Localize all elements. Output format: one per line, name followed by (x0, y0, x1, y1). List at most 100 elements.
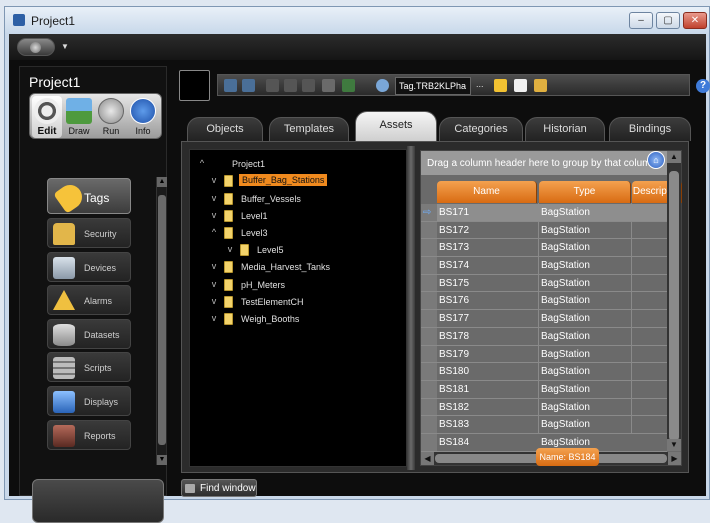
cell-name[interactable]: BS182 (439, 402, 469, 413)
table-row[interactable]: BS182 BagStation (421, 398, 667, 417)
scroll-down-icon[interactable]: ▼ (667, 439, 681, 451)
paste-icon[interactable] (302, 79, 315, 92)
table-row[interactable]: BS173 BagStation (421, 239, 667, 258)
row-indicator[interactable] (421, 257, 437, 274)
cell-type[interactable]: BagStation (541, 384, 590, 395)
table-row[interactable]: ⇨ BS171 BagStation (421, 204, 667, 222)
cell-type[interactable]: BagStation (541, 242, 590, 253)
mode-edit-button[interactable]: Edit (32, 96, 62, 138)
scroll-thumb[interactable] (669, 171, 679, 441)
tree-expander[interactable]: v (210, 261, 218, 271)
column-header-type[interactable]: Type (539, 181, 631, 203)
cut-icon[interactable] (266, 79, 279, 92)
group-by-hint[interactable]: Drag a column header here to group by th… (421, 151, 667, 175)
nav-displays[interactable]: Displays (47, 385, 131, 416)
tree-expander[interactable]: v (210, 175, 218, 185)
scroll-thumb[interactable] (158, 195, 166, 445)
table-row[interactable]: BS181 BagStation (421, 380, 667, 399)
home-icon[interactable]: ⌂ (647, 151, 665, 169)
more-button[interactable]: ... (476, 79, 484, 89)
nav-datasets[interactable]: Datasets (47, 318, 131, 349)
nav-devices[interactable]: Devices (47, 251, 131, 282)
new-document-icon[interactable] (514, 79, 527, 92)
tree-expander[interactable]: v (210, 296, 218, 306)
tree-expander[interactable]: v (226, 244, 234, 254)
cell-type[interactable]: BagStation (541, 207, 590, 218)
row-indicator[interactable] (421, 433, 437, 451)
cell-name[interactable]: BS171 (439, 207, 469, 218)
row-indicator[interactable] (421, 398, 437, 416)
tab-categories[interactable]: Categories (439, 117, 523, 141)
nav-security[interactable]: Security (47, 218, 131, 248)
table-row[interactable]: BS180 BagStation (421, 363, 667, 381)
tree-expander[interactable]: v (210, 210, 218, 220)
cell-type[interactable]: BagStation (541, 225, 590, 236)
table-row[interactable]: BS179 BagStation (421, 345, 667, 364)
row-indicator[interactable] (421, 327, 437, 345)
row-indicator[interactable] (421, 380, 437, 398)
cell-type[interactable]: BagStation (541, 331, 590, 342)
scroll-up-icon[interactable]: ▲ (667, 151, 681, 163)
tab-bindings[interactable]: Bindings (609, 117, 691, 141)
close-button[interactable]: ✕ (683, 12, 707, 29)
cell-type[interactable]: BagStation (541, 295, 590, 306)
column-header-name[interactable]: Name (437, 181, 537, 203)
cell-name[interactable]: BS180 (439, 366, 469, 377)
cell-name[interactable]: BS178 (439, 331, 469, 342)
search-icon[interactable] (376, 79, 389, 92)
cell-name[interactable]: BS173 (439, 242, 469, 253)
cell-type[interactable]: BagStation (541, 278, 590, 289)
cell-name[interactable]: BS181 (439, 384, 469, 395)
row-indicator[interactable] (421, 416, 437, 433)
row-indicator[interactable] (421, 239, 437, 257)
table-row[interactable]: BS178 BagStation (421, 327, 667, 346)
table-row[interactable]: BS176 BagStation (421, 292, 667, 311)
cell-name[interactable]: BS176 (439, 295, 469, 306)
nav-alarms[interactable]: Alarms (47, 285, 131, 316)
tree-expander[interactable]: ^ (210, 227, 218, 237)
cell-name[interactable]: BS183 (439, 419, 469, 430)
cell-type[interactable]: BagStation (541, 366, 590, 377)
redo-icon[interactable] (242, 79, 255, 92)
tab-objects[interactable]: Objects (187, 117, 263, 141)
maximize-button[interactable]: ▢ (656, 12, 680, 29)
cell-name[interactable]: BS174 (439, 260, 469, 271)
undo-icon[interactable] (224, 79, 237, 92)
row-indicator[interactable] (421, 274, 437, 292)
scroll-down-icon[interactable]: ▼ (157, 455, 167, 465)
row-indicator[interactable] (421, 292, 437, 310)
row-indicator[interactable] (421, 363, 437, 380)
find-window-button[interactable]: Find window (181, 479, 257, 497)
left-scrollbar[interactable]: ▲ ▼ (156, 177, 167, 465)
nav-reports[interactable]: Reports (47, 419, 131, 450)
tab-assets[interactable]: Assets (355, 111, 437, 141)
grid-vertical-scrollbar[interactable]: ▲ ▼ (667, 151, 681, 451)
tree-expander[interactable]: v (210, 193, 218, 203)
print-icon[interactable] (322, 79, 335, 92)
row-indicator[interactable] (421, 345, 437, 363)
cell-name[interactable]: BS184 (439, 437, 469, 448)
app-menu-orb[interactable] (17, 38, 55, 56)
cell-type[interactable]: BagStation (541, 260, 590, 271)
row-indicator[interactable] (421, 221, 437, 239)
cell-type[interactable]: BagStation (541, 402, 590, 413)
tools-icon[interactable] (534, 79, 547, 92)
chevron-down-icon[interactable]: ▼ (61, 42, 69, 51)
row-indicator[interactable] (421, 310, 437, 327)
scroll-right-icon[interactable]: ▶ (668, 452, 681, 465)
mode-run-button[interactable]: Run (96, 96, 126, 138)
table-row[interactable]: BS183 BagStation (421, 416, 667, 434)
scroll-up-icon[interactable]: ▲ (157, 177, 167, 187)
table-row[interactable]: BS175 BagStation (421, 274, 667, 293)
table-row[interactable]: BS177 BagStation (421, 310, 667, 328)
table-row[interactable]: BS172 BagStation (421, 221, 667, 240)
cell-type[interactable]: BagStation (541, 313, 590, 324)
tree-expander[interactable]: v (210, 313, 218, 323)
copy-icon[interactable] (284, 79, 297, 92)
tree-expander[interactable]: v (210, 279, 218, 289)
scroll-left-icon[interactable]: ◀ (421, 452, 434, 465)
help-button[interactable]: ? (696, 79, 710, 93)
cell-type[interactable]: BagStation (541, 349, 590, 360)
cell-type[interactable]: BagStation (541, 419, 590, 430)
cell-name[interactable]: BS177 (439, 313, 469, 324)
